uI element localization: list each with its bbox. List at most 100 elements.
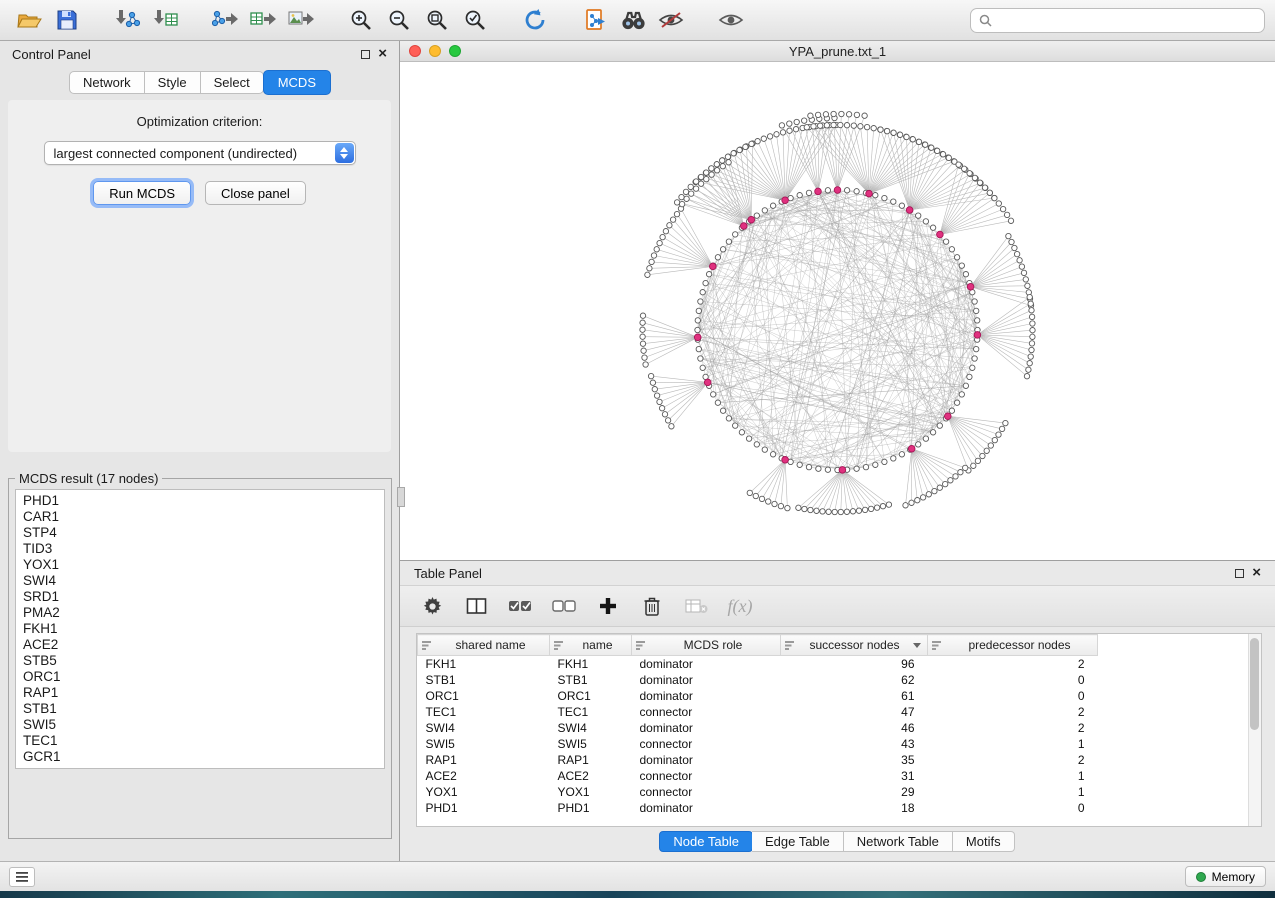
mcds-result-item[interactable]: SWI4: [23, 573, 377, 589]
function-builder-button[interactable]: f(x): [722, 589, 758, 623]
cell-mcds-role[interactable]: dominator: [632, 720, 781, 736]
cell-name[interactable]: TEC1: [550, 704, 632, 720]
zoom-fit-button[interactable]: [418, 3, 456, 37]
cell-mcds-role[interactable]: connector: [632, 768, 781, 784]
tab-network-table[interactable]: Network Table: [844, 831, 953, 852]
deselect-all-button[interactable]: [546, 589, 582, 623]
cell-name[interactable]: SWI5: [550, 736, 632, 752]
network-canvas[interactable]: [400, 62, 1275, 560]
show-details-button[interactable]: [712, 3, 750, 37]
export-image-button[interactable]: [282, 3, 320, 37]
column-visibility-button[interactable]: [458, 589, 494, 623]
mcds-result-item[interactable]: STB1: [23, 701, 377, 717]
tab-edge-table[interactable]: Edge Table: [752, 831, 844, 852]
table-settings-button[interactable]: [414, 589, 450, 623]
table-row[interactable]: ACE2ACE2connector311: [418, 768, 1098, 784]
delete-table-button[interactable]: [678, 589, 714, 623]
mcds-result-item[interactable]: CAR1: [23, 509, 377, 525]
import-network-button[interactable]: [108, 3, 146, 37]
float-table-panel-icon[interactable]: [1235, 569, 1244, 578]
cell-shared-name[interactable]: YOX1: [418, 784, 550, 800]
tab-select[interactable]: Select: [201, 71, 264, 94]
mcds-result-item[interactable]: ORC1: [23, 669, 377, 685]
mcds-result-item[interactable]: RAP1: [23, 685, 377, 701]
mcds-result-item[interactable]: STP4: [23, 525, 377, 541]
float-panel-icon[interactable]: [361, 50, 370, 59]
import-table-button[interactable]: [146, 3, 184, 37]
tab-motifs[interactable]: Motifs: [953, 831, 1015, 852]
column-header-shared-name[interactable]: shared name: [418, 635, 550, 656]
table-row[interactable]: RAP1RAP1dominator352: [418, 752, 1098, 768]
cell-name[interactable]: PHD1: [550, 800, 632, 816]
cell-shared-name[interactable]: ACE2: [418, 768, 550, 784]
clone-network-button[interactable]: [576, 3, 614, 37]
cell-mcds-role[interactable]: connector: [632, 704, 781, 720]
mcds-result-item[interactable]: ACE2: [23, 637, 377, 653]
find-button[interactable]: [614, 3, 652, 37]
table-row[interactable]: ORC1ORC1dominator610: [418, 688, 1098, 704]
export-network-button[interactable]: [206, 3, 244, 37]
cell-shared-name[interactable]: SWI4: [418, 720, 550, 736]
cell-shared-name[interactable]: ORC1: [418, 688, 550, 704]
table-row[interactable]: STB1STB1dominator620: [418, 672, 1098, 688]
status-menu-button[interactable]: [9, 867, 35, 887]
column-header-name[interactable]: name: [550, 635, 632, 656]
memory-button[interactable]: Memory: [1185, 866, 1266, 887]
cell-predecessor-nodes[interactable]: 1: [928, 736, 1098, 752]
cell-mcds-role[interactable]: dominator: [632, 752, 781, 768]
cell-predecessor-nodes[interactable]: 2: [928, 704, 1098, 720]
close-panel-icon[interactable]: ×: [378, 48, 387, 60]
close-table-panel-icon[interactable]: ×: [1252, 567, 1261, 579]
search-input[interactable]: [998, 13, 1256, 28]
cell-successor-nodes[interactable]: 29: [781, 784, 928, 800]
cell-predecessor-nodes[interactable]: 0: [928, 672, 1098, 688]
hide-details-button[interactable]: [652, 3, 690, 37]
cell-shared-name[interactable]: STB1: [418, 672, 550, 688]
zoom-selected-button[interactable]: [456, 3, 494, 37]
cell-successor-nodes[interactable]: 43: [781, 736, 928, 752]
column-header-predecessor-nodes[interactable]: predecessor nodes: [928, 635, 1098, 656]
cell-name[interactable]: RAP1: [550, 752, 632, 768]
cell-predecessor-nodes[interactable]: 0: [928, 688, 1098, 704]
table-row[interactable]: FKH1FKH1dominator962: [418, 656, 1098, 672]
search-field[interactable]: [970, 8, 1265, 33]
mcds-result-item[interactable]: STB5: [23, 653, 377, 669]
window-zoom-icon[interactable]: [449, 45, 461, 57]
cell-predecessor-nodes[interactable]: 2: [928, 752, 1098, 768]
mcds-result-item[interactable]: FKH1: [23, 621, 377, 637]
cell-mcds-role[interactable]: dominator: [632, 672, 781, 688]
mcds-result-item[interactable]: TID3: [23, 541, 377, 557]
add-row-button[interactable]: [590, 589, 626, 623]
close-mcds-panel-button[interactable]: Close panel: [205, 181, 306, 205]
column-header-successor-nodes[interactable]: successor nodes: [781, 635, 928, 656]
cell-mcds-role[interactable]: dominator: [632, 656, 781, 672]
cell-mcds-role[interactable]: connector: [632, 784, 781, 800]
mcds-result-item[interactable]: TEC1: [23, 733, 377, 749]
cell-predecessor-nodes[interactable]: 0: [928, 800, 1098, 816]
delete-row-button[interactable]: [634, 589, 670, 623]
zoom-out-button[interactable]: [380, 3, 418, 37]
table-row[interactable]: SWI5SWI5connector431: [418, 736, 1098, 752]
open-file-button[interactable]: [10, 3, 48, 37]
mcds-result-list[interactable]: PHD1CAR1STP4TID3YOX1SWI4SRD1PMA2FKH1ACE2…: [15, 489, 385, 769]
tab-style[interactable]: Style: [145, 71, 201, 94]
cell-name[interactable]: ORC1: [550, 688, 632, 704]
cell-successor-nodes[interactable]: 62: [781, 672, 928, 688]
save-session-button[interactable]: [48, 3, 86, 37]
table-scrollbar-thumb[interactable]: [1250, 638, 1259, 730]
tab-node-table[interactable]: Node Table: [659, 831, 753, 852]
cell-successor-nodes[interactable]: 35: [781, 752, 928, 768]
cell-name[interactable]: FKH1: [550, 656, 632, 672]
cell-successor-nodes[interactable]: 47: [781, 704, 928, 720]
split-pane-handle[interactable]: [397, 487, 405, 507]
cell-shared-name[interactable]: TEC1: [418, 704, 550, 720]
table-row[interactable]: SWI4SWI4dominator462: [418, 720, 1098, 736]
cell-shared-name[interactable]: RAP1: [418, 752, 550, 768]
table-scrollbar[interactable]: [1248, 634, 1261, 826]
cell-predecessor-nodes[interactable]: 1: [928, 784, 1098, 800]
mcds-result-item[interactable]: PMA2: [23, 605, 377, 621]
cell-name[interactable]: SWI4: [550, 720, 632, 736]
select-all-button[interactable]: [502, 589, 538, 623]
cell-successor-nodes[interactable]: 96: [781, 656, 928, 672]
run-mcds-button[interactable]: Run MCDS: [93, 181, 191, 205]
